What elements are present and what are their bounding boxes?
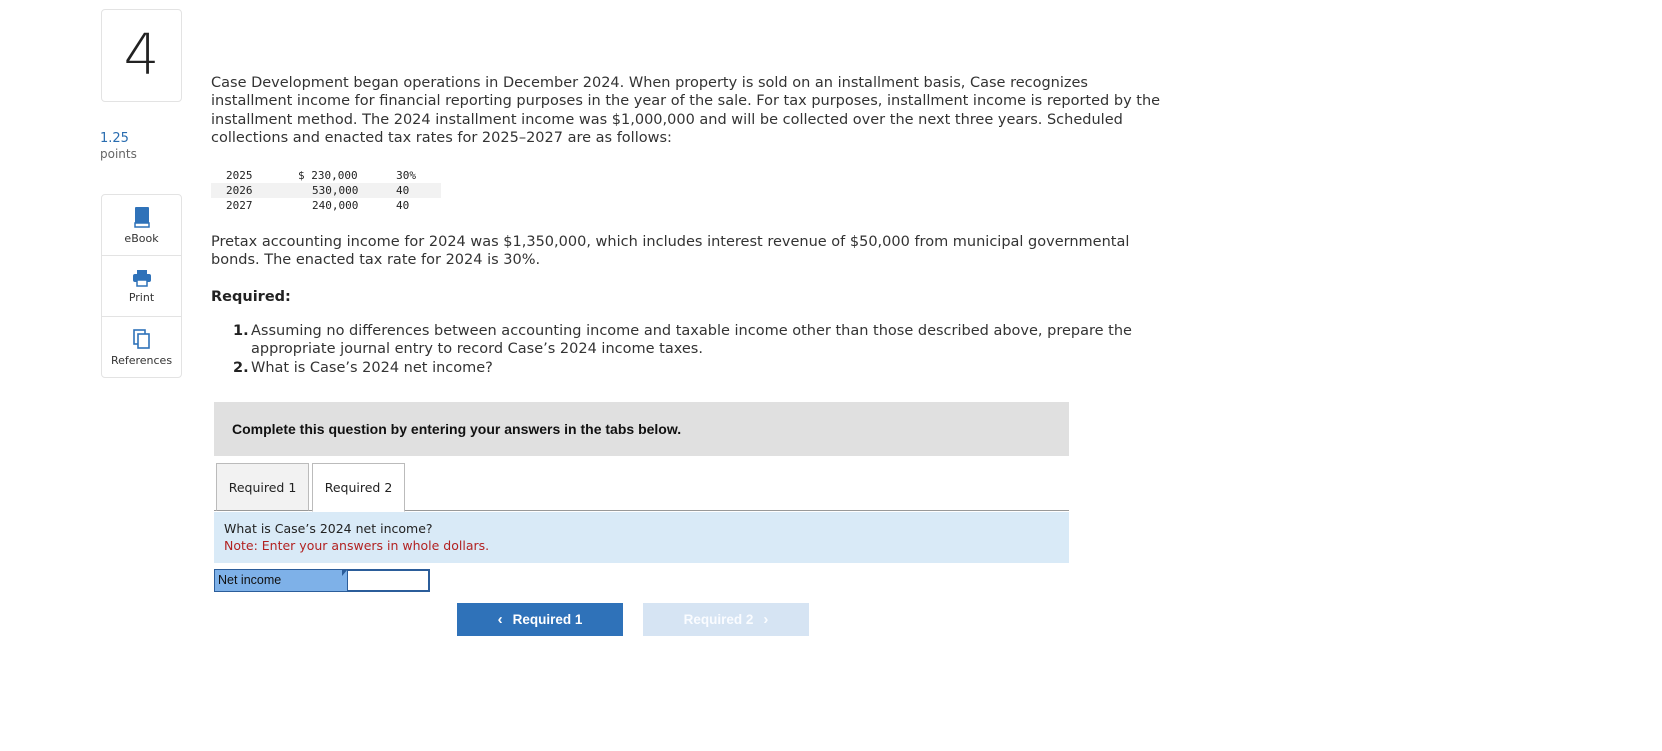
- requirement-item: 2. What is Case’s 2024 net income?: [233, 359, 1133, 377]
- schedule-rate: 40: [396, 184, 410, 197]
- tools-panel: eBook Print References: [101, 194, 182, 378]
- requirement-text: Assuming no differences between accounti…: [251, 323, 1132, 358]
- schedule-row: 2026 530,000 40: [211, 183, 441, 198]
- schedule-year: 2027: [226, 199, 253, 212]
- panel-question: What is Case’s 2024 net income?: [224, 521, 433, 536]
- schedule-rate: 30%: [396, 169, 416, 182]
- schedule-row: 2027 240,000 40: [211, 198, 441, 213]
- question-panel: What is Case’s 2024 net income? Note: En…: [214, 512, 1069, 563]
- pretax-paragraph: Pretax accounting income for 2024 was $1…: [211, 234, 1130, 269]
- schedule-rate: 40: [396, 199, 410, 212]
- requirement-text: What is Case’s 2024 net income?: [251, 359, 493, 376]
- answer-row: Net income: [214, 569, 430, 592]
- next-button-label: Required 2: [683, 612, 754, 627]
- schedule-row: 2025 $ 230,000 30%: [211, 168, 441, 183]
- points-label: points: [100, 147, 137, 161]
- requirement-number: 2.: [233, 359, 249, 376]
- references-label: References: [110, 354, 173, 367]
- requirement-number: 1.: [233, 323, 249, 339]
- printer-icon: [132, 269, 152, 287]
- tab-required-2[interactable]: Required 2: [312, 463, 405, 512]
- collection-schedule: 2025 $ 230,000 30% 2026 530,000 40 2027 …: [211, 168, 441, 213]
- tab-required-1[interactable]: Required 1: [216, 463, 309, 511]
- points-value: 1.25: [100, 131, 129, 146]
- copy-documents-icon: [132, 328, 152, 350]
- question-number: 4: [101, 9, 182, 102]
- requirement-item: 1. Assuming no differences between accou…: [233, 322, 1133, 359]
- net-income-label: Net income: [214, 569, 348, 592]
- chevron-right-icon: ›: [763, 611, 769, 628]
- net-income-input[interactable]: [348, 569, 430, 592]
- prev-required-button[interactable]: ‹ Required 1: [457, 603, 623, 636]
- requirements-list: 1. Assuming no differences between accou…: [233, 322, 1133, 377]
- print-button[interactable]: Print: [102, 256, 181, 317]
- net-income-label-text: Net income: [218, 573, 282, 587]
- flag-marker-icon: [342, 569, 348, 576]
- book-icon: [133, 206, 151, 228]
- panel-note: Note: Enter your answers in whole dollar…: [224, 537, 490, 553]
- references-button[interactable]: References: [102, 317, 181, 378]
- schedule-amount: 530,000: [312, 184, 359, 197]
- schedule-amount: 240,000: [312, 199, 359, 212]
- schedule-amount: $ 230,000: [298, 169, 358, 182]
- ebook-label: eBook: [124, 231, 159, 245]
- print-label: Print: [128, 290, 155, 304]
- problem-intro: Case Development began operations in Dec…: [211, 75, 1161, 146]
- ebook-button[interactable]: eBook: [102, 195, 181, 256]
- chevron-left-icon: ‹: [497, 611, 503, 628]
- required-heading: Required:: [211, 289, 291, 305]
- next-required-button[interactable]: Required 2 ›: [643, 603, 809, 636]
- schedule-year: 2026: [226, 184, 253, 197]
- instruction-banner: Complete this question by entering your …: [214, 402, 1069, 456]
- schedule-year: 2025: [226, 169, 253, 182]
- prev-button-label: Required 1: [512, 612, 583, 627]
